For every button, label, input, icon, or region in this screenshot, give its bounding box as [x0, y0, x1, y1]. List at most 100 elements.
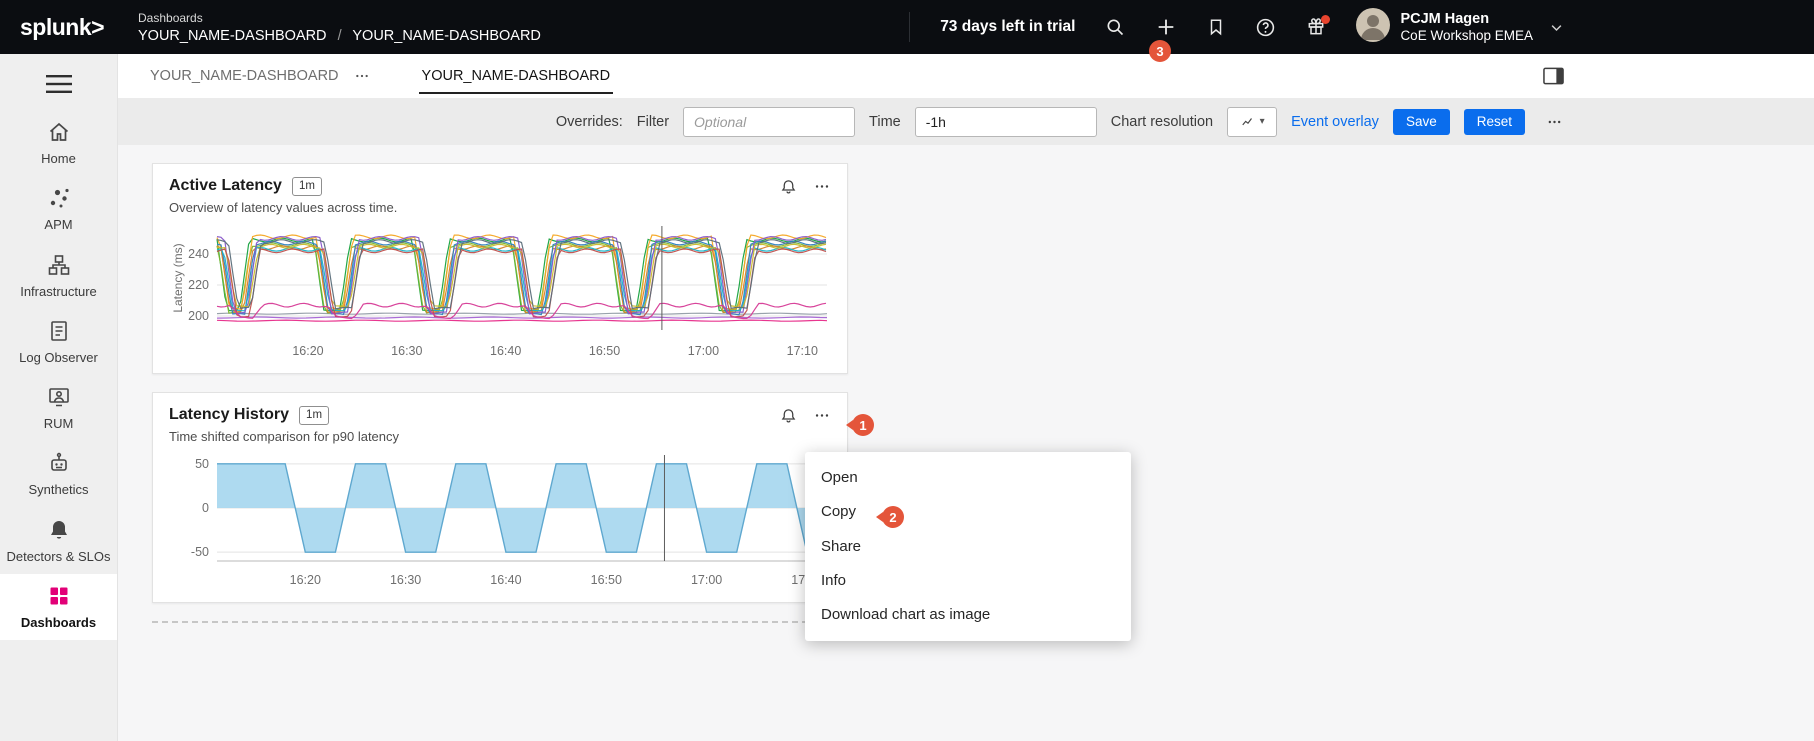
svg-text:16:50: 16:50 [591, 573, 622, 587]
svg-text:17:00: 17:00 [691, 573, 722, 587]
menu-item-share[interactable]: Share [805, 530, 1131, 564]
sidebar-item-label: Log Observer [19, 350, 98, 366]
sidebar-item-synthetics[interactable]: Synthetics [0, 441, 117, 507]
menu-item-info[interactable]: Info [805, 564, 1131, 598]
time-label: Time [869, 114, 901, 130]
chevron-down-icon: ▾ [1260, 116, 1265, 127]
svg-text:-50: -50 [191, 545, 209, 559]
rum-icon [47, 385, 71, 409]
svg-text:16:50: 16:50 [589, 344, 620, 358]
svg-text:16:40: 16:40 [490, 344, 521, 358]
header-actions: 73 days left in trial [909, 8, 1814, 47]
menu-item-open[interactable]: Open [805, 461, 1131, 495]
svg-text:17:00: 17:00 [688, 344, 719, 358]
annotation-step-2-badge: 2 [882, 506, 904, 528]
filter-label: Filter [637, 114, 669, 130]
chart-subtitle: Overview of latency values across time. [169, 200, 831, 215]
sidebar-item-detectors-slos[interactable]: Detectors & SLOs [0, 508, 117, 574]
svg-text:50: 50 [195, 457, 209, 471]
sidebar-item-infrastructure[interactable]: Infrastructure [0, 243, 117, 309]
resolution-badge: 1m [299, 406, 329, 425]
active-latency-chart[interactable]: 24022020016:2016:3016:4016:5017:0017:10L… [169, 220, 831, 365]
log-observer-icon [47, 319, 71, 343]
save-button[interactable]: Save [1393, 109, 1450, 135]
latency-history-chart[interactable]: 500-5016:2016:3016:4016:5017:0017:10 [169, 449, 831, 594]
chart-actions-menu-icon[interactable] [813, 407, 831, 424]
tab-dashboard-group[interactable]: YOUR_NAME-DASHBOARD [150, 68, 339, 84]
sidebar-item-label: RUM [44, 416, 74, 432]
dashboards-icon [47, 584, 71, 608]
bell-icon[interactable] [780, 178, 797, 195]
tab-more-options-icon[interactable] [353, 68, 371, 84]
svg-text:200: 200 [188, 309, 209, 323]
logo-gt: > [91, 14, 104, 40]
svg-text:16:20: 16:20 [292, 344, 323, 358]
event-overlay-link[interactable]: Event overlay [1291, 114, 1379, 130]
svg-text:16:30: 16:30 [390, 573, 421, 587]
annotation-step-3-badge: 3 [1149, 40, 1171, 62]
svg-text:16:20: 16:20 [290, 573, 321, 587]
chart-resolution-dropdown[interactable]: ▾ [1227, 107, 1277, 137]
right-panel-toggle-icon[interactable] [1543, 67, 1564, 85]
toolbar-more-options-icon[interactable] [1545, 114, 1564, 130]
chevron-down-icon[interactable] [1549, 20, 1564, 35]
bell-icon[interactable] [780, 407, 797, 424]
dashboard-tab-row: YOUR_NAME-DASHBOARD YOUR_NAME-DASHBOARD [118, 54, 1814, 98]
sidebar-item-label: Home [41, 151, 76, 167]
chart-resolution-label: Chart resolution [1111, 114, 1213, 130]
sidebar-item-home[interactable]: Home [0, 110, 117, 176]
header-divider [909, 12, 910, 42]
sidebar-item-apm[interactable]: APM [0, 176, 117, 242]
splunk-logo[interactable]: splunk> [0, 14, 118, 41]
dashboard-grid: Active Latency 1m Overview of latency va… [118, 145, 1814, 741]
breadcrumb-separator: / [338, 28, 342, 44]
gift-icon[interactable] [1306, 17, 1326, 37]
trial-countdown: 73 days left in trial [940, 18, 1075, 36]
sidebar-item-label: Dashboards [21, 615, 96, 631]
splunk-observability-app: splunk> Dashboards YOUR_NAME-DASHBOARD /… [0, 0, 1814, 741]
menu-item-copy[interactable]: Copy [805, 495, 1131, 529]
bookmark-icon[interactable] [1207, 17, 1225, 37]
overrides-label: Overrides: [556, 114, 623, 130]
user-name: PCJM Hagen [1400, 10, 1533, 28]
chart-title: Active Latency [169, 177, 282, 195]
sidebar-item-dashboards[interactable]: Dashboards [0, 574, 117, 640]
svg-text:Latency (ms): Latency (ms) [171, 243, 185, 312]
synthetics-icon [47, 451, 71, 475]
logo-text: splunk [20, 14, 91, 40]
sidebar-item-label: APM [44, 217, 72, 233]
dashboard-toolbar: Overrides: Filter Time Chart resolution … [118, 98, 1814, 145]
sidebar-item-log-observer[interactable]: Log Observer [0, 309, 117, 375]
svg-text:220: 220 [188, 278, 209, 292]
notification-dot [1321, 15, 1330, 24]
breadcrumb: Dashboards YOUR_NAME-DASHBOARD / YOUR_NA… [118, 11, 541, 44]
sidebar-item-label: Infrastructure [20, 284, 97, 300]
help-icon[interactable] [1255, 17, 1276, 38]
tab-dashboard-active[interactable]: YOUR_NAME-DASHBOARD [419, 58, 614, 94]
top-navigation-bar: splunk> Dashboards YOUR_NAME-DASHBOARD /… [0, 0, 1814, 54]
detectors-slos-icon [47, 518, 71, 542]
home-icon [47, 120, 71, 144]
time-input[interactable] [915, 107, 1097, 137]
user-org: CoE Workshop EMEA [1400, 28, 1533, 45]
breadcrumb-parent[interactable]: YOUR_NAME-DASHBOARD [138, 28, 327, 44]
chart-icon [1240, 115, 1256, 129]
chart-context-menu: Open Copy Share Info Download chart as i… [805, 452, 1131, 641]
infrastructure-icon [47, 253, 71, 277]
menu-item-download-chart-as-image[interactable]: Download chart as image [805, 598, 1131, 632]
chart-subtitle: Time shifted comparison for p90 latency [169, 429, 831, 444]
sidebar-item-rum[interactable]: RUM [0, 375, 117, 441]
reset-button[interactable]: Reset [1464, 109, 1525, 135]
section-label: Dashboards [138, 11, 541, 25]
chart-card-active-latency: Active Latency 1m Overview of latency va… [152, 163, 848, 374]
svg-text:240: 240 [188, 247, 209, 261]
hamburger-menu-icon[interactable] [0, 54, 117, 110]
breadcrumb-current: YOUR_NAME-DASHBOARD [352, 28, 541, 44]
filter-input[interactable] [683, 107, 855, 137]
user-menu[interactable]: PCJM Hagen CoE Workshop EMEA [1356, 8, 1564, 47]
search-icon[interactable] [1105, 17, 1125, 37]
chart-card-latency-history: Latency History 1m Time shifted comparis… [152, 392, 848, 603]
chart-actions-menu-icon[interactable] [813, 178, 831, 195]
plus-icon[interactable] [1155, 16, 1177, 38]
left-navigation-sidebar: Home APM Infrastructure Log Observer RUM… [0, 54, 118, 741]
